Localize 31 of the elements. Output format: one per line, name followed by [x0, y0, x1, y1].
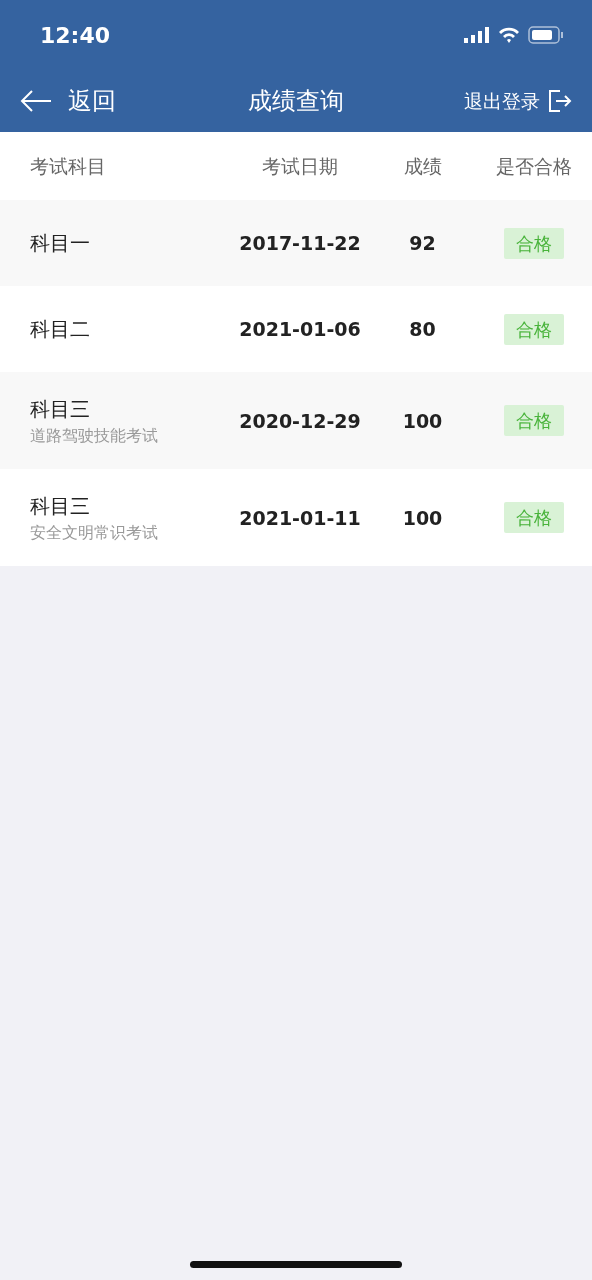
- status-time: 12:40: [40, 21, 111, 50]
- subject-name: 科目一: [30, 230, 90, 257]
- column-header: 考试科目: [30, 154, 106, 177]
- exam-date: 2021-01-11: [239, 506, 361, 529]
- result-tag: 合格: [503, 405, 564, 436]
- back-arrow-icon: [20, 90, 52, 112]
- exam-score: 92: [409, 232, 436, 254]
- result-tag: 合格: [503, 227, 564, 259]
- signal-icon: [464, 27, 490, 43]
- wifi-icon: [498, 27, 520, 43]
- logout-button[interactable]: 退出登录: [464, 86, 572, 116]
- result-tag: 合格: [503, 313, 564, 345]
- exam-score: 80: [409, 318, 436, 340]
- exam-date: 2017-11-22: [239, 232, 361, 254]
- exam-score: 100: [402, 409, 443, 432]
- column-header: 考试日期: [262, 154, 338, 177]
- column-header: 是否合格: [495, 154, 572, 177]
- battery-icon: [528, 26, 564, 44]
- subject-detail: 道路驾驶技能考试: [30, 424, 158, 447]
- result-tag: 合格: [503, 502, 564, 533]
- subject-name: 科目三: [30, 492, 90, 520]
- back-button[interactable]: 返回: [20, 83, 116, 119]
- exam-date: 2020-12-29: [239, 409, 361, 432]
- subject-name: 科目三: [30, 395, 90, 423]
- column-header: 成绩: [403, 154, 442, 177]
- subject-name: 科目二: [30, 316, 90, 343]
- exam-score: 100: [402, 506, 443, 529]
- exam-date: 2021-01-06: [239, 318, 361, 340]
- page-title: 成绩查询: [248, 86, 344, 117]
- subject-detail: 安全文明常识考试: [30, 521, 158, 544]
- logout-icon: [548, 89, 572, 113]
